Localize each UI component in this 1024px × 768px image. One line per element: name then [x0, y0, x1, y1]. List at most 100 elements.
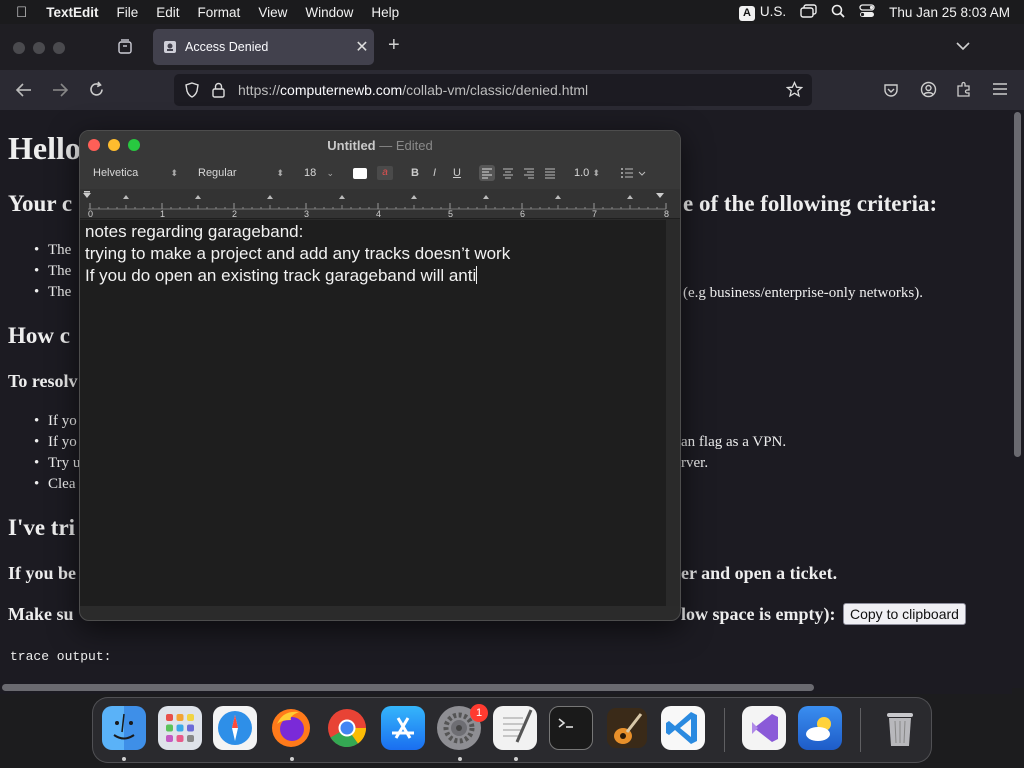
menu-edit[interactable]: Edit [147, 5, 188, 20]
menu-format[interactable]: Format [189, 5, 250, 20]
menu-help[interactable]: Help [362, 5, 408, 20]
copy-to-clipboard-button[interactable]: Copy to clipboard [843, 603, 966, 625]
criteria-heading-right: e of the following criteria: [683, 191, 938, 216]
tab-access-denied[interactable]: Access Denied ✕ [153, 29, 374, 65]
control-center-icon[interactable] [859, 3, 875, 21]
resolve-intro: To resolv [8, 371, 78, 391]
align-left-button[interactable] [479, 165, 495, 181]
tried-heading: I've tri [8, 515, 76, 540]
list-bullets-icon[interactable] [620, 166, 648, 183]
ruler-tab-stop[interactable] [339, 195, 345, 199]
textedit-window-title: Untitled — Edited [327, 138, 433, 153]
url-text[interactable]: https://computernewb.com/collab-vm/class… [238, 82, 588, 98]
textedit-document-area[interactable]: notes regarding garageband: trying to ma… [80, 220, 666, 606]
visual-studio-icon[interactable] [742, 706, 786, 750]
launchpad-icon[interactable] [158, 706, 202, 750]
highlight-color-icon[interactable]: a [377, 166, 393, 180]
dock-separator-2 [860, 708, 861, 752]
browser-zoom-button[interactable] [53, 42, 65, 54]
ruler-tab-stop[interactable] [555, 195, 561, 199]
textedit-ruler[interactable]: 0 1 2 3 4 5 6 7 8 [80, 189, 680, 219]
ruler-numbers: 0 1 2 3 4 5 6 7 8 [88, 209, 669, 219]
textedit-icon[interactable] [493, 706, 537, 750]
tab-close-icon[interactable]: ✕ [350, 37, 374, 57]
ruler-tab-stop[interactable] [267, 195, 273, 199]
page-vertical-scrollbar[interactable] [1012, 110, 1024, 688]
spotlight-search-icon[interactable] [831, 4, 845, 21]
finder-icon[interactable] [102, 706, 146, 750]
ruler-number: 2 [232, 209, 237, 219]
align-right-icon[interactable] [521, 165, 537, 184]
ruler-tab-stop[interactable] [483, 195, 489, 199]
firefox-icon[interactable] [269, 706, 313, 750]
lock-icon[interactable] [212, 82, 225, 101]
textedit-running-dot [514, 757, 518, 761]
ruler-tab-stop[interactable] [195, 195, 201, 199]
right-indent-marker[interactable] [656, 193, 664, 198]
align-center-icon[interactable] [500, 165, 516, 184]
apple-menu-icon[interactable]:  [0, 4, 37, 21]
account-icon[interactable] [920, 81, 937, 103]
text-cursor [476, 266, 478, 284]
page-horizontal-scrollbar-thumb[interactable] [2, 684, 814, 691]
tracking-protection-shield-icon[interactable] [185, 82, 199, 101]
resolve-item-3: Try u [34, 455, 81, 472]
firefox-view-icon[interactable] [117, 39, 133, 60]
back-arrow-icon[interactable] [15, 82, 33, 103]
ruler-tab-stop[interactable] [123, 195, 129, 199]
resolve-item-4: Clea [34, 476, 75, 493]
reload-icon[interactable] [88, 81, 105, 103]
criteria-item-2: The [34, 263, 72, 280]
browser-minimize-button[interactable] [33, 42, 45, 54]
browser-close-button[interactable] [13, 42, 25, 54]
justify-icon[interactable] [542, 165, 558, 184]
underline-button[interactable]: U [453, 167, 461, 179]
app-store-icon[interactable] [381, 706, 425, 750]
menu-file[interactable]: File [108, 5, 148, 20]
bold-button[interactable]: B [411, 167, 419, 179]
clock[interactable]: Thu Jan 25 8:03 AM [889, 5, 1010, 20]
bookmark-star-icon[interactable] [785, 80, 804, 101]
forward-arrow-icon[interactable] [51, 82, 69, 103]
ruler-number: 6 [520, 209, 525, 219]
textedit-title-bar[interactable]: Untitled — Edited [80, 131, 680, 159]
terminal-icon[interactable] [549, 706, 593, 750]
safari-icon[interactable] [213, 706, 257, 750]
first-line-indent-marker[interactable] [83, 193, 91, 198]
browser-nav-bar: https://computernewb.com/collab-vm/class… [0, 70, 1024, 110]
textedit-vertical-scrollbar[interactable] [666, 220, 680, 606]
document-line-1[interactable]: notes regarding garageband: [85, 222, 303, 242]
document-line-2[interactable]: trying to make a project and add any tra… [85, 244, 510, 264]
weather-icon[interactable] [798, 706, 842, 750]
chrome-icon[interactable] [325, 706, 369, 750]
document-line-3[interactable]: If you do open an existing track garageb… [85, 266, 478, 286]
font-family-select[interactable]: Helvetica ⬍ [87, 164, 182, 182]
pocket-icon[interactable] [883, 82, 899, 103]
font-style-select[interactable]: Regular ⬍ [192, 164, 288, 182]
page-vertical-scrollbar-thumb[interactable] [1014, 112, 1021, 457]
ruler-tab-stop[interactable] [627, 195, 633, 199]
chevron-down-icon: ⌄ [326, 168, 334, 178]
text-color-swatch[interactable] [353, 168, 367, 179]
list-all-tabs-chevron-icon[interactable] [956, 38, 970, 56]
extensions-puzzle-icon[interactable] [956, 81, 972, 103]
menu-view[interactable]: View [249, 5, 296, 20]
left-indent-marker[interactable] [84, 191, 90, 193]
hamburger-menu-icon[interactable] [992, 82, 1008, 101]
menu-app-name[interactable]: TextEdit [37, 5, 107, 20]
textedit-window: Untitled — Edited Helvetica ⬍ Regular ⬍ … [79, 130, 681, 621]
line-spacing-select[interactable]: 1.0 ⬍ [568, 164, 604, 182]
font-size-combo[interactable]: 18 ⌄ [298, 164, 338, 182]
italic-button[interactable]: I [433, 167, 436, 179]
trash-icon[interactable] [878, 706, 922, 750]
garageband-icon[interactable] [605, 706, 649, 750]
ruler-number: 4 [376, 209, 381, 219]
menu-window[interactable]: Window [296, 5, 362, 20]
input-source-menu[interactable]: A U.S. [738, 4, 786, 21]
address-bar[interactable]: https://computernewb.com/collab-vm/class… [174, 74, 812, 106]
new-tab-plus-icon[interactable]: + [388, 34, 400, 57]
window-switcher-icon[interactable] [800, 3, 817, 21]
vscode-icon[interactable] [661, 706, 705, 750]
ruler-tab-stop[interactable] [411, 195, 417, 199]
page-horizontal-scrollbar[interactable] [0, 680, 1012, 694]
